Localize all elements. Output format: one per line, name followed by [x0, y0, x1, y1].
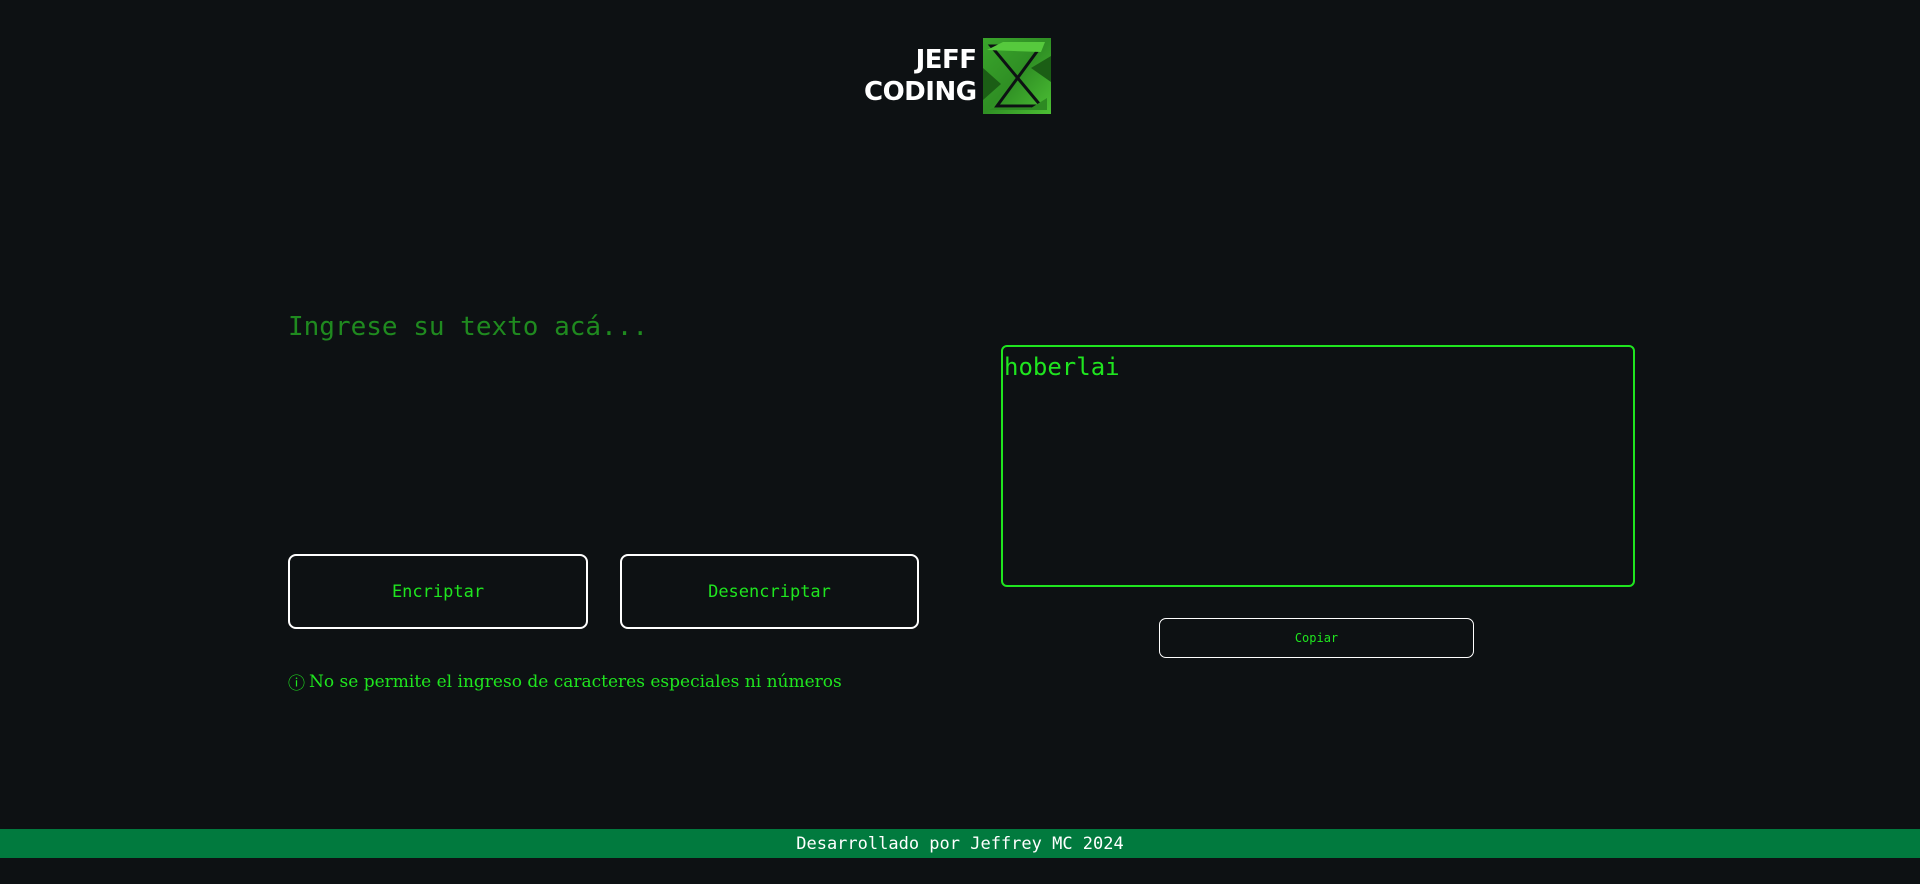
logo-z-icon — [982, 38, 1051, 114]
footer: Desarrollado por Jeffrey MC 2024 — [0, 829, 1920, 858]
logo-wordmark: JEFF CODING — [864, 44, 977, 108]
text-input[interactable] — [288, 312, 918, 532]
warning-text: No se permite el ingreso de caracteres e… — [309, 671, 842, 692]
info-circle-icon: ⓘ — [288, 674, 305, 694]
logo-line-2: CODING — [864, 77, 977, 107]
decrypt-button[interactable]: Desencriptar — [620, 554, 919, 629]
footer-text: Desarrollado por Jeffrey MC 2024 — [796, 833, 1124, 854]
logo-line-1: JEFF — [915, 45, 977, 75]
copy-button[interactable]: Copiar — [1159, 618, 1474, 658]
encrypt-button[interactable]: Encriptar — [288, 554, 588, 629]
brand-logo: JEFF CODING — [864, 37, 1051, 115]
output-text-area[interactable]: hoberlai — [1001, 345, 1635, 587]
input-warning: ⓘ No se permite el ingreso de caracteres… — [288, 669, 842, 695]
